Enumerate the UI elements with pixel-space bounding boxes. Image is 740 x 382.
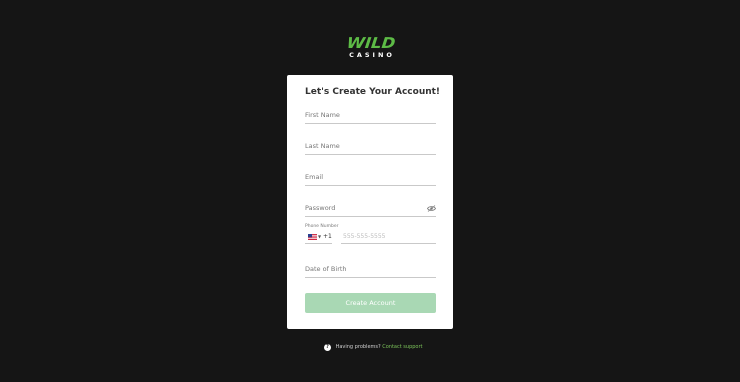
dob-placeholder: Date of Birth — [305, 265, 347, 273]
email-placeholder: Email — [305, 173, 324, 181]
date-of-birth-field[interactable]: Date of Birth — [305, 263, 436, 278]
password-field[interactable]: Password — [305, 202, 436, 217]
signup-card: Let's Create Your Account! First Name La… — [287, 75, 453, 329]
phone-number-input[interactable]: 555-555-5555 — [341, 231, 436, 244]
country-code-select[interactable]: ▼ +1 — [305, 231, 332, 244]
phone-number-row: ▼ +1 555-555-5555 — [305, 231, 436, 244]
first-name-field[interactable]: First Name — [305, 109, 436, 124]
password-placeholder: Password — [305, 204, 336, 212]
chevron-down-icon: ▼ — [318, 234, 322, 239]
logo-wild-text: WILD — [345, 34, 397, 52]
question-mark-icon: ? — [324, 343, 331, 351]
signup-page: WILD CASINO Let's Create Your Account! F… — [0, 0, 740, 382]
phone-placeholder: 555-555-5555 — [343, 233, 386, 240]
contact-support-link[interactable]: Contact support — [382, 344, 422, 350]
create-account-button[interactable]: Create Account — [305, 293, 436, 313]
us-flag-icon — [308, 234, 317, 240]
first-name-placeholder: First Name — [305, 111, 340, 119]
having-problems-text: Having problems? — [335, 344, 381, 350]
logo-casino-text: CASINO — [349, 51, 395, 59]
form-title: Let's Create Your Account! — [305, 87, 441, 97]
wild-casino-logo[interactable]: WILD CASINO — [346, 34, 396, 62]
last-name-field[interactable]: Last Name — [305, 140, 436, 155]
phone-number-label: Phone Number — [305, 224, 339, 229]
eye-off-icon[interactable] — [427, 205, 436, 212]
email-field[interactable]: Email — [305, 171, 436, 186]
dial-code: +1 — [323, 233, 332, 240]
support-footer: ? Having problems? Contact support — [324, 342, 423, 352]
last-name-placeholder: Last Name — [305, 142, 340, 150]
